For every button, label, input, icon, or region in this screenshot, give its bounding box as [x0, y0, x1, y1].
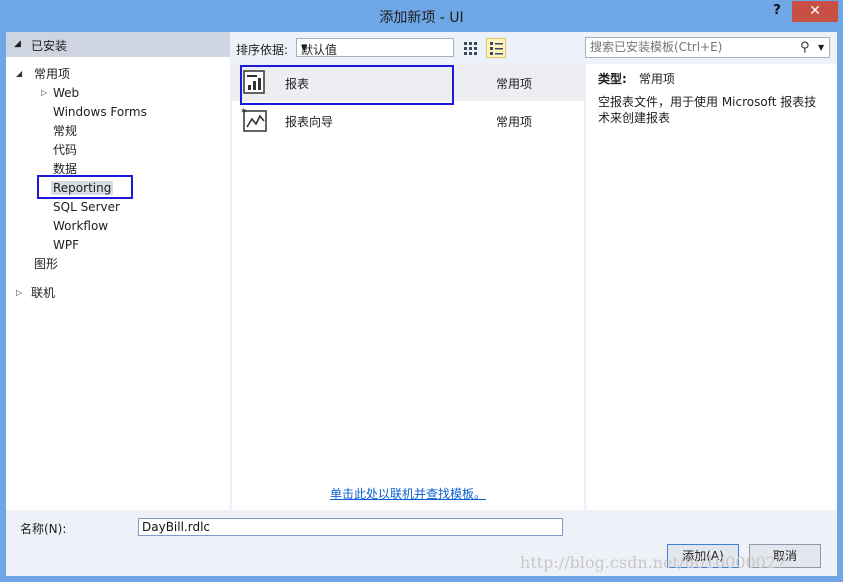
- dialog-client: ◢ 已安装 ◢ 常用项 ▷ Web Windows Forms 常规 代码 数据: [6, 32, 837, 576]
- tree-item-workflow[interactable]: Workflow: [53, 217, 108, 235]
- tree-item-code[interactable]: 代码: [53, 141, 77, 159]
- reporting-highlight-box: [37, 175, 133, 199]
- template-description: 空报表文件，用于使用 Microsoft 报表技术来创建报表: [598, 95, 817, 125]
- type-value: 常用项: [638, 72, 675, 86]
- template-details: 类型: 常用项 空报表文件，用于使用 Microsoft 报表技术来创建报表: [586, 64, 837, 510]
- collapsed-arrow-icon[interactable]: ▷: [41, 84, 47, 102]
- collapsed-arrow-icon[interactable]: ▷: [16, 284, 22, 302]
- collapse-triangle-icon: ◢: [14, 39, 21, 49]
- grid-view-icon: [464, 42, 477, 55]
- tree-item-graphics[interactable]: 图形: [34, 255, 58, 273]
- type-row: 类型: 常用项: [598, 70, 675, 87]
- template-name: 报表向导: [285, 115, 334, 129]
- tree-item-label: 图形: [34, 257, 59, 271]
- tree-item-label: 联机: [31, 286, 56, 300]
- tree-item-label: WPF: [53, 238, 80, 252]
- watermark: http://blog.csdn.net/u010000027: [520, 553, 787, 572]
- tree-item-label: 常规: [53, 124, 78, 138]
- report-highlight-box: [240, 65, 454, 105]
- svg-text:✶: ✶: [240, 107, 248, 117]
- name-input[interactable]: [138, 518, 563, 536]
- tree-item-online[interactable]: 联机: [31, 284, 55, 302]
- window-title: 添加新项 - UI: [379, 10, 464, 26]
- type-label: 类型:: [598, 72, 627, 86]
- template-list: 报表 常用项 ✶ 报表向导 常用项 单击此处以联机并查找模板。: [232, 64, 584, 510]
- tree-item-label: 数据: [53, 162, 78, 176]
- tree-item-label: Workflow: [53, 219, 109, 233]
- name-label: 名称(N):: [20, 522, 67, 536]
- tree-item-sql-server[interactable]: SQL Server: [53, 198, 120, 216]
- tree-item-general[interactable]: 常规: [53, 122, 77, 140]
- list-view-icon: [490, 42, 503, 55]
- template-category: 常用项: [496, 77, 533, 91]
- template-tree-pane: ◢ 已安装 ◢ 常用项 ▷ Web Windows Forms 常规 代码 数据: [6, 32, 230, 510]
- tree-item-common[interactable]: 常用项: [34, 65, 70, 83]
- help-button[interactable]: ?: [768, 3, 786, 21]
- report-wizard-icon: ✶: [240, 107, 267, 132]
- dialog-frame: 添加新项 - UI ? ✕ ◢ 已安装 ◢ 常用项 ▷ Web Windows …: [0, 0, 843, 582]
- close-button[interactable]: ✕: [792, 1, 838, 22]
- installed-header[interactable]: ◢ 已安装: [6, 32, 230, 57]
- template-row-report-wizard[interactable]: ✶ 报表向导 常用项: [232, 102, 584, 139]
- tree-item-windows-forms[interactable]: Windows Forms: [53, 103, 147, 121]
- expanded-arrow-icon[interactable]: ◢: [16, 65, 22, 83]
- grid-view-button[interactable]: [460, 38, 480, 58]
- tree-item-web[interactable]: Web: [53, 84, 79, 102]
- tree-item-label: 常用项: [34, 67, 71, 81]
- sort-dropdown[interactable]: 默认值 ▼: [296, 38, 454, 57]
- template-toolbar: 排序依据: 默认值 ▼ 搜索已安装模板(Ctrl+E) ⚲ ▼: [230, 32, 837, 64]
- tree-item-label: SQL Server: [53, 200, 120, 214]
- search-icon[interactable]: ⚲: [800, 40, 810, 55]
- chevron-down-icon: ▼: [301, 43, 308, 52]
- title-bar: 添加新项 - UI ? ✕: [0, 0, 843, 32]
- search-input[interactable]: [590, 40, 790, 54]
- tree-item-label: Windows Forms: [53, 105, 147, 119]
- tree-item-label: Web: [53, 86, 80, 100]
- list-view-button[interactable]: [486, 38, 506, 58]
- tree-item-wpf[interactable]: WPF: [53, 236, 79, 254]
- template-category: 常用项: [496, 115, 533, 129]
- chevron-down-icon[interactable]: ▼: [818, 43, 824, 52]
- tree-item-label: 代码: [53, 143, 78, 157]
- sort-label: 排序依据:: [236, 43, 289, 57]
- online-templates-link[interactable]: 单击此处以联机并查找模板。: [232, 485, 584, 502]
- template-search-box[interactable]: ⚲ ▼: [585, 37, 830, 58]
- installed-label: 已安装: [31, 39, 68, 53]
